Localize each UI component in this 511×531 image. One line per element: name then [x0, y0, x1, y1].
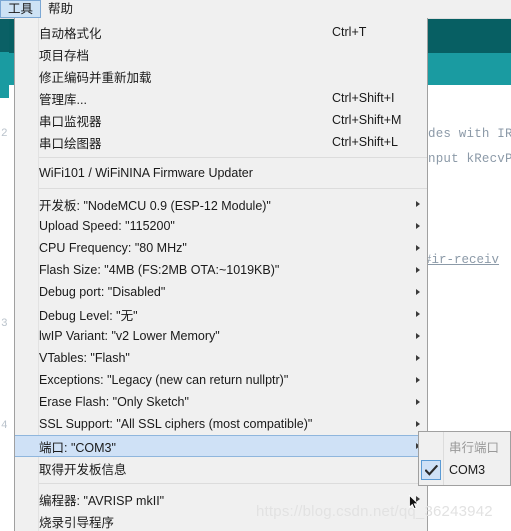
menu-item-shortcut: Ctrl+T [332, 25, 367, 39]
menu-item-shortcut: Ctrl+Shift+M [332, 113, 402, 127]
code-text: nput kRecvP [428, 152, 511, 166]
submenu-arrow-icon [416, 245, 420, 251]
menu-item-label: 项目存档 [39, 48, 90, 63]
menu-item-label: Erase Flash: "Only Sketch" [39, 395, 189, 409]
menu-item-debug-level[interactable]: Debug Level: "无" [15, 303, 427, 325]
editor-side-fragment: 3 [1, 318, 8, 330]
submenu-arrow-icon [416, 311, 420, 317]
submenu-arrow-icon [416, 355, 420, 361]
menu-item-label: 串口监视器 [39, 114, 102, 129]
port-submenu: 串行端口 COM3 [418, 431, 511, 486]
menu-item-label: Upload Speed: "115200" [39, 219, 175, 233]
menu-item-label: 自动格式化 [39, 26, 102, 41]
menu-item-auto-format[interactable]: 自动格式化 Ctrl+T [15, 21, 427, 43]
menu-bar: 工具 帮助 [0, 0, 511, 19]
submenu-item-label: 串行端口 [449, 440, 500, 455]
submenu-item-label: COM3 [449, 463, 486, 477]
menu-item-label: Debug Level: "无" [39, 308, 138, 323]
menu-item-get-board-info[interactable]: 取得开发板信息 [15, 457, 427, 479]
submenu-arrow-icon [416, 289, 420, 295]
menubar-item-label: 帮助 [48, 1, 74, 16]
menu-item-label: Debug port: "Disabled" [39, 285, 166, 299]
menu-item-shortcut: Ctrl+Shift+I [332, 91, 395, 105]
menu-item-erase-flash[interactable]: Erase Flash: "Only Sketch" [15, 391, 427, 413]
submenu-arrow-icon [416, 223, 420, 229]
menu-item-label: 修正编码并重新加载 [39, 70, 152, 85]
menu-item-wifi-firmware-updater[interactable]: WiFi101 / WiFiNINA Firmware Updater [15, 162, 427, 184]
editor-side-fragment: 4 [1, 420, 8, 432]
menubar-item-help[interactable]: 帮助 [41, 0, 80, 18]
editor-anchor-link[interactable]: #ir-receiv [424, 253, 511, 267]
toolbar-left-accent-dark [0, 18, 9, 52]
menu-item-board[interactable]: 开发板: "NodeMCU 0.9 (ESP-12 Module)" [15, 193, 427, 215]
menu-item-upload-speed[interactable]: Upload Speed: "115200" [15, 215, 427, 237]
menu-separator [39, 188, 427, 189]
watermark-text: https://blog.csdn.net/qq_36243942 [256, 503, 493, 520]
menu-item-vtables[interactable]: VTables: "Flash" [15, 347, 427, 369]
menubar-item-label: 工具 [8, 1, 34, 16]
menu-separator [39, 157, 427, 158]
tools-dropdown-menu: 自动格式化 Ctrl+T 项目存档 修正编码并重新加载 管理库... Ctrl+… [14, 18, 428, 531]
menu-item-lwip-variant[interactable]: lwIP Variant: "v2 Lower Memory" [15, 325, 427, 347]
menu-item-fix-encoding-reload[interactable]: 修正编码并重新加载 [15, 65, 427, 87]
submenu-arrow-icon [416, 421, 420, 427]
menu-item-label: 端口: "COM3" [39, 440, 116, 455]
menu-item-debug-port[interactable]: Debug port: "Disabled" [15, 281, 427, 303]
menu-item-shortcut: Ctrl+Shift+L [332, 135, 399, 149]
menu-item-flash-size[interactable]: Flash Size: "4MB (FS:2MB OTA:~1019KB)" [15, 259, 427, 281]
menu-item-label: Flash Size: "4MB (FS:2MB OTA:~1019KB)" [39, 263, 280, 277]
menu-separator [39, 483, 427, 484]
menu-item-label: 取得开发板信息 [39, 462, 127, 477]
menu-item-archive-sketch[interactable]: 项目存档 [15, 43, 427, 65]
menu-item-manage-libraries[interactable]: 管理库... Ctrl+Shift+I [15, 87, 427, 109]
submenu-arrow-icon [416, 201, 420, 207]
arduino-ide-window: des with IR nput kRecvP #ir-receiv 2 3 4… [0, 0, 511, 531]
submenu-arrow-icon [416, 377, 420, 383]
editor-code-line-2: nput kRecvP [428, 117, 511, 202]
menu-item-cpu-frequency[interactable]: CPU Frequency: "80 MHz" [15, 237, 427, 259]
submenu-arrow-icon [416, 399, 420, 405]
menu-item-label: CPU Frequency: "80 MHz" [39, 241, 187, 255]
menu-item-port[interactable]: 端口: "COM3" [15, 435, 427, 457]
submenu-item-com3[interactable]: COM3 [419, 458, 510, 482]
menu-item-ssl-support[interactable]: SSL Support: "All SSL ciphers (most comp… [15, 413, 427, 435]
check-icon [421, 460, 441, 480]
menu-item-serial-monitor[interactable]: 串口监视器 Ctrl+Shift+M [15, 109, 427, 131]
menu-item-label: 烧录引导程序 [39, 515, 115, 530]
submenu-arrow-icon [416, 333, 420, 339]
menu-item-serial-plotter[interactable]: 串口绘图器 Ctrl+Shift+L [15, 131, 427, 153]
menu-item-label: lwIP Variant: "v2 Lower Memory" [39, 329, 220, 343]
editor-side-fragment: 2 [1, 128, 8, 140]
menu-item-label: 编程器: "AVRISP mkII" [39, 493, 165, 508]
menu-item-exceptions[interactable]: Exceptions: "Legacy (new can return null… [15, 369, 427, 391]
menu-item-label: 开发板: "NodeMCU 0.9 (ESP-12 Module)" [39, 198, 271, 213]
menu-item-label: WiFi101 / WiFiNINA Firmware Updater [39, 166, 253, 180]
menu-item-label: SSL Support: "All SSL ciphers (most comp… [39, 417, 313, 431]
mouse-cursor-icon [409, 494, 420, 515]
menu-item-label: VTables: "Flash" [39, 351, 130, 365]
menu-item-label: 串口绘图器 [39, 136, 102, 151]
menu-item-label: 管理库... [39, 92, 87, 107]
submenu-arrow-icon [416, 267, 420, 273]
menubar-item-tools[interactable]: 工具 [0, 0, 42, 18]
submenu-header-serial-ports: 串行端口 [419, 434, 510, 458]
menu-item-label: Exceptions: "Legacy (new can return null… [39, 373, 289, 387]
